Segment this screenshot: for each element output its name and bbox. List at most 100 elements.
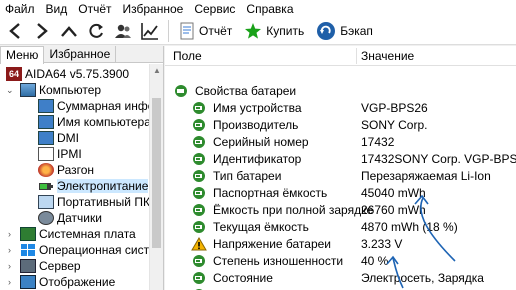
menu-service[interactable]: Сервис: [189, 0, 241, 18]
property-value: 3.233 V: [361, 236, 403, 251]
tree-node-dmi[interactable]: DMI: [38, 130, 79, 146]
back-icon[interactable]: [3, 19, 27, 43]
property-row[interactable]: Текущая ёмкость 4870 mWh (18 %): [165, 218, 516, 235]
expand-caret-icon[interactable]: ›: [8, 245, 18, 255]
tree-label: Портативный ПК: [57, 195, 150, 209]
property-row[interactable]: Напряжение батареи 3.233 V: [165, 235, 516, 252]
tree-label: Разгон: [57, 163, 95, 177]
buy-button-label: Купить: [266, 24, 305, 38]
collapse-caret-icon[interactable]: ⌄: [6, 85, 16, 96]
property-row[interactable]: Состояние Электросеть, Зарядка: [165, 269, 516, 286]
forward-icon[interactable]: [30, 19, 54, 43]
navigation-panel: Меню Избранное 64 AIDA64 v5.75.3900 ⌄ Ко…: [0, 46, 164, 290]
battery-group-icon: [173, 84, 189, 98]
property-value: 45040 mWh: [361, 185, 426, 200]
column-field[interactable]: Поле: [173, 49, 202, 63]
property-field: Напряжение батареи: [213, 236, 332, 251]
tree-label: IPMI: [57, 147, 82, 161]
menu-report[interactable]: Отчёт: [73, 0, 117, 18]
computer-icon: [20, 83, 36, 97]
column-divider[interactable]: [356, 48, 357, 64]
tree-node-computer-name[interactable]: Имя компьютера: [38, 114, 150, 130]
computer-name-icon: [38, 115, 54, 129]
property-field: Идентификатор: [213, 151, 302, 166]
user-icon[interactable]: [111, 19, 135, 43]
tab-menu[interactable]: Меню: [0, 46, 45, 64]
property-field: Состояние: [213, 270, 273, 285]
expand-caret-icon[interactable]: ›: [8, 261, 18, 271]
expand-caret-icon[interactable]: ›: [8, 229, 18, 239]
left-tabs: Меню Избранное: [0, 46, 163, 64]
tree-scrollbar[interactable]: ▲: [149, 64, 163, 290]
property-row[interactable]: Имя устройства VGP-BPS26: [165, 99, 516, 116]
up-icon[interactable]: [57, 19, 81, 43]
backup-button[interactable]: Бэкап: [312, 19, 377, 43]
property-value: 4870 mWh (18 %): [361, 219, 458, 234]
tree-node-ipmi[interactable]: IPMI: [38, 146, 82, 162]
property-field: Имя устройства: [213, 100, 302, 115]
tree-label: Имя компьютера: [57, 115, 150, 129]
property-row[interactable]: Паспортная ёмкость 45040 mWh: [165, 184, 516, 201]
battery-icon: [191, 169, 207, 183]
menu-favorites[interactable]: Избранное: [118, 0, 190, 18]
buy-button[interactable]: Купить: [240, 19, 308, 43]
expand-caret-icon[interactable]: ›: [8, 277, 18, 287]
menu-help[interactable]: Справка: [241, 0, 299, 18]
sensors-icon: [38, 211, 54, 225]
tree-node-summary[interactable]: Суммарная инфор: [38, 98, 150, 114]
motherboard-icon: [20, 227, 36, 241]
tree-node-power[interactable]: Электропитание: [38, 178, 149, 194]
battery-icon: [191, 118, 207, 132]
tree-node-display[interactable]: Отображение: [20, 274, 115, 290]
group-title: Свойства батареи: [195, 83, 297, 98]
power-icon: [38, 179, 54, 193]
property-value: SONY Corp.: [361, 117, 428, 132]
aida64-icon: 64: [6, 67, 22, 81]
navigation-tree: 64 AIDA64 v5.75.3900 ⌄ Компьютер Суммарн…: [0, 64, 150, 290]
details-panel: Поле Значение Свойства батареи Имя устро…: [165, 46, 516, 290]
star-icon: [245, 23, 262, 39]
windows-icon: [20, 243, 36, 257]
battery-icon: [191, 254, 207, 268]
tree-node-sensors[interactable]: Датчики: [38, 210, 102, 226]
report-button[interactable]: Отчёт: [175, 19, 236, 43]
property-row[interactable]: Серийный номер 17432: [165, 133, 516, 150]
toolbar: Отчёт Купить Бэкап: [0, 18, 516, 45]
tree-label: Операционная систем: [39, 243, 150, 257]
property-value: 17432: [361, 134, 395, 149]
scrollbar-thumb[interactable]: [152, 98, 161, 248]
property-field: Серийный номер: [213, 134, 309, 149]
toolbar-separator: [168, 20, 169, 42]
warning-icon: [191, 236, 207, 251]
tree-node-computer[interactable]: Компьютер: [20, 82, 101, 98]
tree-node-os[interactable]: Операционная систем: [20, 242, 150, 258]
battery-icon: [191, 186, 207, 200]
tree-label: Суммарная инфор: [57, 99, 150, 113]
column-value[interactable]: Значение: [361, 49, 414, 63]
property-row[interactable]: Ёмкость при полной зарядке 26760 mWh: [165, 201, 516, 218]
battery-icon: [191, 271, 207, 285]
laptop-icon: [38, 195, 54, 209]
tree-node-laptop[interactable]: Портативный ПК: [38, 194, 150, 210]
property-row[interactable]: Производитель SONY Corp.: [165, 116, 516, 133]
property-value: VGP-BPS26: [361, 100, 428, 115]
property-value: 17432SONY Corp. VGP-BPS26: [361, 151, 516, 166]
property-row[interactable]: Скорость зарядки15290 mW: [165, 286, 516, 290]
chart-icon[interactable]: [138, 19, 162, 43]
menu-file[interactable]: Файл: [0, 0, 41, 18]
tree-node-server[interactable]: Сервер: [20, 258, 81, 274]
property-row[interactable]: Степень изношенности 40 %: [165, 252, 516, 269]
tab-favorites[interactable]: Избранное: [44, 46, 117, 62]
scroll-up-icon[interactable]: ▲: [153, 66, 161, 75]
tree-node-aida64[interactable]: 64 AIDA64 v5.75.3900: [6, 66, 129, 82]
ipmi-icon: [38, 147, 54, 161]
refresh-icon[interactable]: [84, 19, 108, 43]
property-value: Перезаряжаемая Li-Ion: [361, 168, 491, 183]
tree-node-motherboard[interactable]: Системная плата: [20, 226, 136, 242]
menu-view[interactable]: Вид: [41, 0, 74, 18]
group-row[interactable]: Свойства батареи: [165, 82, 516, 99]
property-row[interactable]: Идентификатор 17432SONY Corp. VGP-BPS26: [165, 150, 516, 167]
tree-label: AIDA64 v5.75.3900: [25, 67, 130, 81]
property-row[interactable]: Тип батареи Перезаряжаемая Li-Ion: [165, 167, 516, 184]
tree-node-overclock[interactable]: Разгон: [38, 162, 94, 178]
